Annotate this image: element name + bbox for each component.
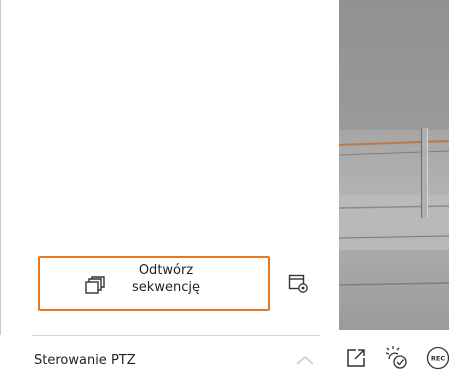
external-link-icon[interactable] [345, 347, 367, 369]
sequence-settings-icon[interactable] [288, 273, 308, 293]
play-sequence-label: Odtwórz sekwencję [132, 263, 200, 295]
record-icon[interactable]: REC [426, 346, 449, 370]
video-toolbar: REC [339, 330, 449, 383]
section-divider [32, 335, 320, 336]
sequence-panel: Odtwórz sekwencję Sterowanie PTZ [0, 0, 339, 383]
brightness-check-icon[interactable] [384, 345, 410, 371]
panel-border [0, 0, 1, 335]
record-icon-text: REC [431, 355, 445, 363]
chevron-up-icon[interactable] [295, 354, 315, 366]
play-sequence-button[interactable]: Odtwórz sekwencję [38, 256, 270, 311]
app-root: Odtwórz sekwencję Sterowanie PTZ REC [0, 0, 449, 383]
video-feed[interactable] [339, 0, 449, 330]
sequence-icon [85, 276, 105, 294]
ptz-section-label: Sterowanie PTZ [34, 353, 136, 368]
